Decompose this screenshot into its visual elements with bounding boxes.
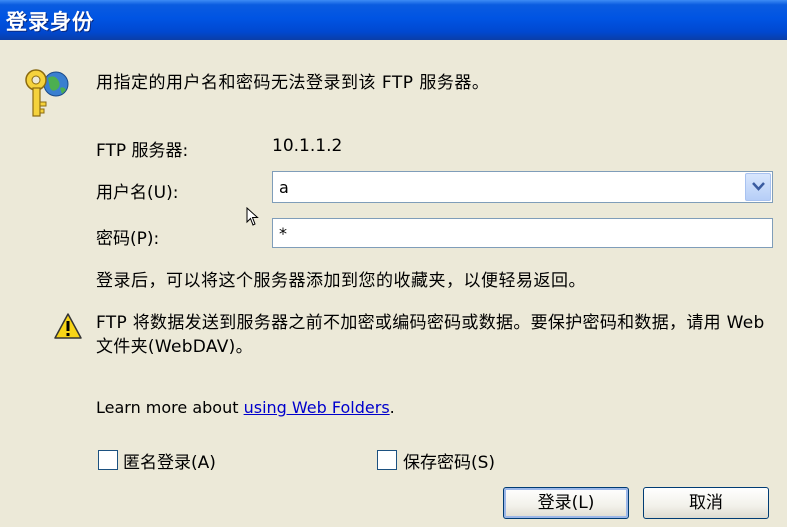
window-title: 登录身份 (6, 10, 94, 34)
warning-icon (53, 312, 83, 344)
learn-more-text: Learn more about using Web Folders. (96, 398, 395, 417)
username-combobox[interactable]: a (272, 171, 773, 203)
username-input-text[interactable]: a (279, 178, 289, 197)
password-input[interactable]: * (272, 218, 773, 248)
chevron-down-icon[interactable] (745, 173, 771, 201)
anonymous-login-checkbox[interactable] (98, 450, 118, 470)
login-button[interactable]: 登录(L) (503, 487, 629, 519)
password-label: 密码(P): (96, 229, 160, 249)
title-bar[interactable]: 登录身份 (0, 0, 787, 40)
anonymous-login-label[interactable]: 匿名登录(A) (123, 448, 216, 473)
password-input-text[interactable]: * (279, 224, 287, 243)
learn-more-prefix: Learn more about (96, 398, 244, 417)
learn-more-suffix: . (389, 398, 395, 417)
server-label: FTP 服务器: (96, 141, 189, 161)
save-password-checkbox[interactable] (377, 450, 397, 470)
username-label: 用户名(U): (96, 183, 179, 203)
save-password-label[interactable]: 保存密码(S) (403, 448, 495, 473)
cancel-button[interactable]: 取消 (643, 487, 769, 519)
server-value: 10.1.1.2 (272, 136, 343, 156)
web-folders-link[interactable]: using Web Folders (244, 398, 390, 417)
security-warning-text: FTP 将数据发送到服务器之前不加密或编码密码或数据。要保护密码和数据，请用 W… (96, 313, 765, 357)
error-message: 用指定的用户名和密码无法登录到该 FTP 服务器。 (96, 73, 490, 93)
mouse-pointer-icon (246, 206, 260, 231)
favorites-info-text: 登录后，可以将这个服务器添加到您的收藏夹，以便轻易返回。 (96, 271, 586, 291)
key-globe-icon (22, 64, 76, 120)
